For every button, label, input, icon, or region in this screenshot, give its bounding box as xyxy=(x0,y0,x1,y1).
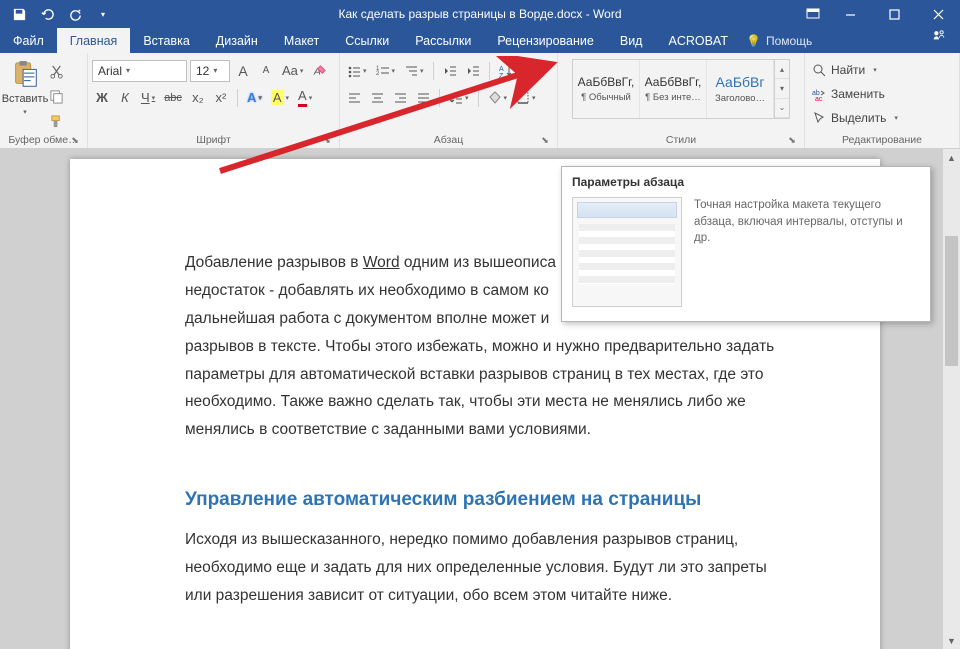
text-effects-icon[interactable]: A xyxy=(244,87,265,109)
styles-scroll[interactable]: ▴▾⌄ xyxy=(774,60,789,118)
replace-icon: abac xyxy=(812,87,826,101)
select-button[interactable]: Выделить▾ xyxy=(812,107,904,129)
minimize-button[interactable] xyxy=(828,0,872,28)
window-title: Как сделать разрыв страницы в Ворде.docx… xyxy=(338,7,621,21)
subscript-button[interactable]: x₂ xyxy=(188,87,208,109)
paragraph-settings-tooltip: Параметры абзаца Точная настройка макета… xyxy=(561,166,931,322)
bold-button[interactable]: Ж xyxy=(92,87,112,109)
search-icon xyxy=(812,63,826,77)
style-heading1[interactable]: АаБбВгЗаголово… xyxy=(707,60,774,118)
tab-review[interactable]: Рецензирование xyxy=(484,28,607,53)
font-color-icon[interactable]: A xyxy=(295,87,315,109)
line-spacing-icon[interactable] xyxy=(446,87,472,109)
underline-button[interactable]: Ч xyxy=(138,87,158,109)
tab-layout[interactable]: Макет xyxy=(271,28,332,53)
styles-gallery[interactable]: АаБбВвГг,¶ Обычный АаБбВвГг,¶ Без инте… … xyxy=(572,59,790,119)
vertical-scrollbar[interactable]: ▲ ▼ xyxy=(943,149,960,649)
undo-icon[interactable] xyxy=(38,5,56,23)
replace-button[interactable]: abacЗаменить xyxy=(812,83,904,105)
font-launcher-icon[interactable]: ⬊ xyxy=(321,134,333,146)
svg-text:A: A xyxy=(499,66,504,73)
cut-icon[interactable] xyxy=(46,60,67,82)
scroll-thumb[interactable] xyxy=(945,236,958,366)
group-paragraph: 12 AZ ¶ Абзац⬊ xyxy=(340,53,558,148)
window-controls xyxy=(798,0,960,28)
borders-icon[interactable] xyxy=(513,87,539,109)
styles-launcher-icon[interactable]: ⬊ xyxy=(786,134,798,146)
svg-text:2: 2 xyxy=(376,71,380,77)
group-styles: АаБбВвГг,¶ Обычный АаБбВвГг,¶ Без инте… … xyxy=(558,53,805,148)
justify-icon[interactable] xyxy=(413,87,433,109)
svg-text:Z: Z xyxy=(499,73,504,78)
increase-indent-icon[interactable] xyxy=(463,60,483,82)
paste-button[interactable]: Вставить ▾ xyxy=(4,56,46,116)
align-right-icon[interactable] xyxy=(390,87,410,109)
ribbon: Вставить ▾ Буфер обме…⬊ Arial▾ 12▾ A A A… xyxy=(0,53,960,149)
qat-customize-icon[interactable]: ▾ xyxy=(94,5,112,23)
ribbon-tabs: Файл Главная Вставка Дизайн Макет Ссылки… xyxy=(0,28,960,53)
quick-access-toolbar: ▾ xyxy=(0,5,112,23)
lightbulb-icon: 💡 xyxy=(746,34,761,48)
maximize-button[interactable] xyxy=(872,0,916,28)
find-button[interactable]: Найти▾ xyxy=(812,59,904,81)
align-center-icon[interactable] xyxy=(367,87,387,109)
multilevel-icon[interactable] xyxy=(401,60,427,82)
sort-icon[interactable]: AZ xyxy=(496,60,516,82)
style-no-spacing[interactable]: АаБбВвГг,¶ Без инте… xyxy=(640,60,707,118)
superscript-button[interactable]: x² xyxy=(211,87,231,109)
share-button[interactable] xyxy=(932,28,946,42)
highlight-icon[interactable]: A xyxy=(268,87,292,109)
align-left-icon[interactable] xyxy=(344,87,364,109)
font-name-combo[interactable]: Arial▾ xyxy=(92,60,187,82)
shrink-font-icon[interactable]: A xyxy=(256,60,276,82)
italic-button[interactable]: К xyxy=(115,87,135,109)
tab-file[interactable]: Файл xyxy=(0,28,57,53)
tab-design[interactable]: Дизайн xyxy=(203,28,271,53)
group-font: Arial▾ 12▾ A A Aa A Ж К Ч abc x₂ x² A A … xyxy=(88,53,340,148)
tab-home[interactable]: Главная xyxy=(57,28,131,53)
scroll-down-icon[interactable]: ▼ xyxy=(943,632,960,649)
save-icon[interactable] xyxy=(10,5,28,23)
tab-mailings[interactable]: Рассылки xyxy=(402,28,484,53)
title-bar: ▾ Как сделать разрыв страницы в Ворде.do… xyxy=(0,0,960,28)
bullets-icon[interactable] xyxy=(344,60,370,82)
numbering-icon[interactable]: 12 xyxy=(373,60,399,82)
redo-icon[interactable] xyxy=(66,5,84,23)
grow-font-icon[interactable]: A xyxy=(233,60,253,82)
paragraph-launcher-icon[interactable]: ⬊ xyxy=(539,134,551,146)
style-normal[interactable]: АаБбВвГг,¶ Обычный xyxy=(573,60,640,118)
scroll-up-icon[interactable]: ▲ xyxy=(943,149,960,166)
tab-view[interactable]: Вид xyxy=(607,28,656,53)
shading-icon[interactable] xyxy=(485,87,511,109)
cursor-icon xyxy=(812,111,826,125)
svg-text:ac: ac xyxy=(815,96,823,101)
group-clipboard: Вставить ▾ Буфер обме…⬊ xyxy=(0,53,88,148)
change-case-icon[interactable]: Aa xyxy=(279,60,306,82)
tab-references[interactable]: Ссылки xyxy=(332,28,402,53)
heading: Управление автоматическим разбиением на … xyxy=(185,489,795,511)
copy-icon[interactable] xyxy=(46,85,67,107)
pilcrow-icon[interactable]: ¶ xyxy=(519,60,539,82)
clipboard-launcher-icon[interactable]: ⬊ xyxy=(69,134,81,146)
group-editing: Найти▾ abacЗаменить Выделить▾ Редактиров… xyxy=(805,53,960,148)
tell-me[interactable]: 💡Помощь xyxy=(746,28,812,53)
tab-insert[interactable]: Вставка xyxy=(130,28,202,53)
close-button[interactable] xyxy=(916,0,960,28)
tab-acrobat[interactable]: ACROBAT xyxy=(655,28,741,53)
ribbon-display-icon[interactable] xyxy=(798,0,828,28)
decrease-indent-icon[interactable] xyxy=(440,60,460,82)
strike-button[interactable]: abc xyxy=(161,87,185,109)
tooltip-preview-icon xyxy=(572,197,682,307)
paste-icon xyxy=(10,60,40,90)
clear-format-icon[interactable]: A xyxy=(309,60,330,82)
format-painter-icon[interactable] xyxy=(46,110,67,132)
font-size-combo[interactable]: 12▾ xyxy=(190,60,230,82)
